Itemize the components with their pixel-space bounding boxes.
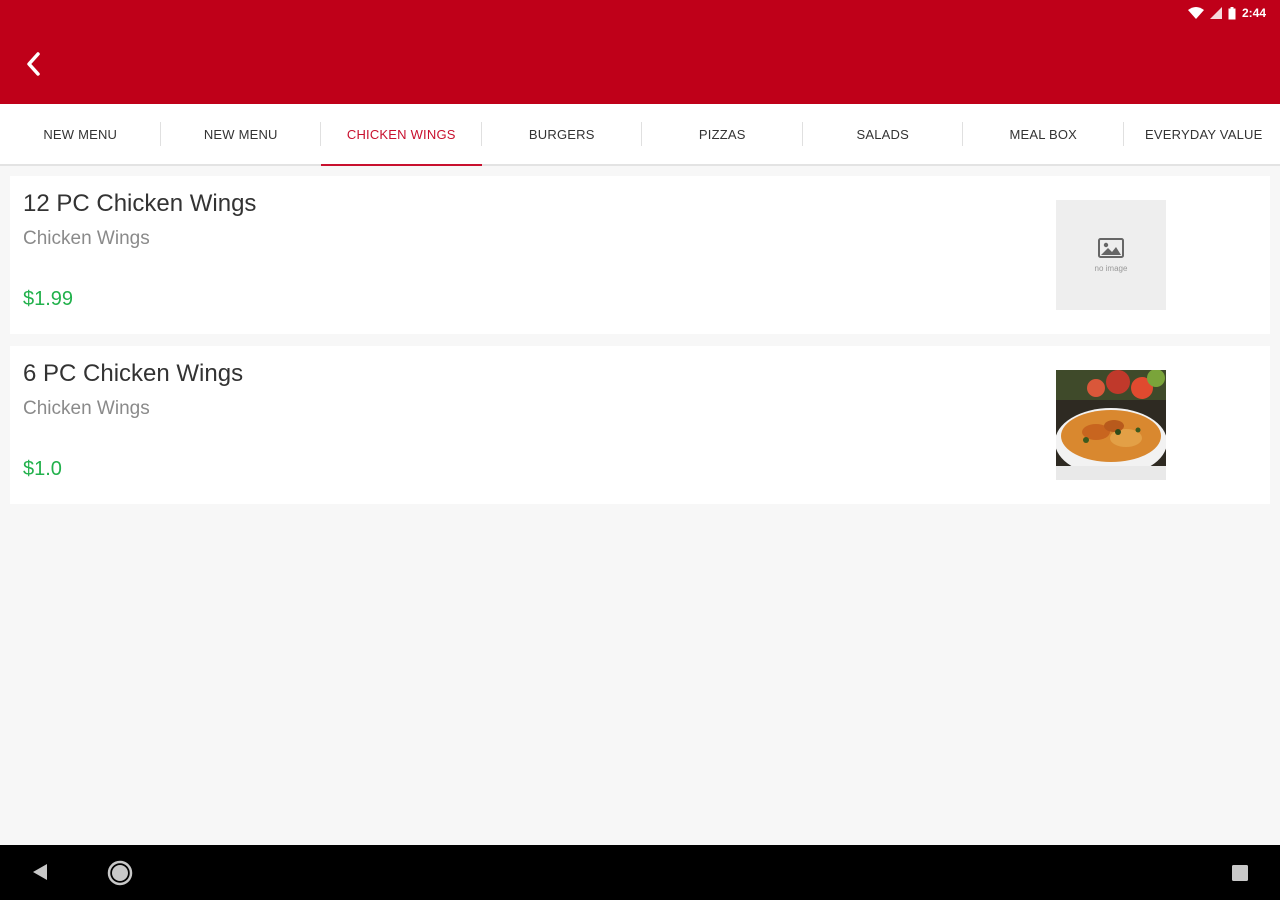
menu-item-card[interactable]: 6 PC Chicken Wings Chicken Wings $1.0 bbox=[10, 346, 1270, 504]
app-bar: 2:44 bbox=[0, 0, 1280, 104]
pasta-dish-image bbox=[1056, 370, 1166, 480]
item-name: 12 PC Chicken Wings bbox=[23, 190, 257, 217]
tab-pizzas[interactable]: PIZZAS bbox=[642, 104, 803, 164]
category-tabs: NEW MENU NEW MENU CHICKEN WINGS BURGERS … bbox=[0, 104, 1280, 166]
no-image-label: no image bbox=[1094, 263, 1128, 273]
tab-everyday-value[interactable]: EVERYDAY VALUE bbox=[1124, 104, 1280, 164]
home-circle-icon bbox=[107, 860, 133, 886]
item-image-placeholder: no image bbox=[1056, 200, 1166, 310]
back-button[interactable] bbox=[18, 46, 48, 82]
back-triangle-icon bbox=[33, 864, 47, 880]
recents-square-icon bbox=[1232, 865, 1248, 881]
tab-salads[interactable]: SALADS bbox=[803, 104, 964, 164]
item-name: 6 PC Chicken Wings bbox=[23, 360, 244, 387]
item-category: Chicken Wings bbox=[23, 228, 150, 249]
nav-home-button[interactable] bbox=[107, 860, 133, 891]
menu-item-list: 12 PC Chicken Wings Chicken Wings $1.99 … bbox=[10, 176, 1270, 516]
wifi-icon bbox=[1187, 7, 1204, 19]
status-time: 2:44 bbox=[1241, 6, 1266, 20]
item-category: Chicken Wings bbox=[23, 398, 150, 419]
status-bar: 2:44 bbox=[1187, 4, 1266, 22]
tab-meal-box[interactable]: MEAL BOX bbox=[963, 104, 1124, 164]
nav-recents-button[interactable] bbox=[1230, 863, 1250, 888]
nav-back-button[interactable] bbox=[30, 862, 50, 887]
menu-item-card[interactable]: 12 PC Chicken Wings Chicken Wings $1.99 … bbox=[10, 176, 1270, 334]
active-tab-indicator bbox=[321, 164, 482, 166]
item-price: $1.0 bbox=[23, 458, 62, 480]
tab-burgers[interactable]: BURGERS bbox=[482, 104, 643, 164]
tab-new-menu-1[interactable]: NEW MENU bbox=[0, 104, 161, 164]
battery-icon bbox=[1228, 6, 1236, 19]
system-nav-bar bbox=[0, 845, 1280, 900]
item-price: $1.99 bbox=[23, 288, 74, 310]
image-placeholder-icon bbox=[1098, 237, 1124, 258]
tab-chicken-wings[interactable]: CHICKEN WINGS bbox=[321, 104, 482, 166]
tab-new-menu-2[interactable]: NEW MENU bbox=[161, 104, 322, 164]
signal-icon bbox=[1209, 7, 1222, 19]
item-photo bbox=[1056, 370, 1166, 480]
chevron-left-icon bbox=[27, 52, 40, 76]
